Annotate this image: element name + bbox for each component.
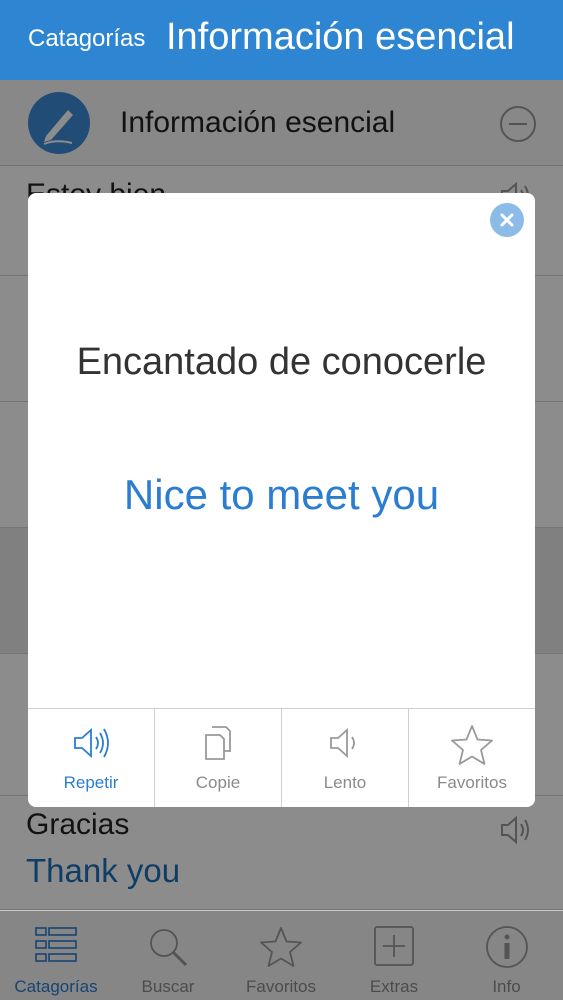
phrase-detail-modal: Encantado de conocerle Nice to meet you … xyxy=(28,193,535,807)
favorite-button[interactable]: Favoritos xyxy=(409,709,535,807)
tab-info[interactable]: Info xyxy=(450,911,563,1000)
info-icon xyxy=(485,926,528,968)
slow-button[interactable]: Lento xyxy=(282,709,409,807)
tab-favorites[interactable]: Favoritos xyxy=(224,911,338,1000)
close-icon xyxy=(500,213,514,227)
modal-actions: Repetir Copie Lento Favoritos xyxy=(28,708,535,807)
star-icon xyxy=(260,927,302,967)
back-button[interactable]: Catagorías xyxy=(28,25,145,53)
close-button[interactable] xyxy=(490,203,524,237)
tab-extras[interactable]: Extras xyxy=(338,911,450,1000)
modal-source-text: Encantado de conocerle xyxy=(76,341,487,383)
speaker-slow-icon xyxy=(330,727,355,759)
tab-search[interactable]: Buscar xyxy=(112,911,224,1000)
plus-icon xyxy=(374,926,414,966)
tab-label: Extras xyxy=(369,977,419,996)
copy-button[interactable]: Copie xyxy=(155,709,282,807)
copy-icon xyxy=(205,726,231,760)
favorite-label: Favoritos xyxy=(437,773,507,792)
tab-label: Favoritos xyxy=(246,977,316,996)
list-icon xyxy=(35,927,77,962)
star-icon xyxy=(451,725,493,765)
speaker-icon xyxy=(74,727,109,759)
slow-label: Lento xyxy=(323,773,367,792)
modal-translation-text: Nice to meet you xyxy=(123,471,440,518)
tab-label: Info xyxy=(492,977,521,996)
tab-label: Catagorías xyxy=(14,977,98,996)
repeat-label: Repetir xyxy=(63,773,119,792)
tab-bar: Catagorías Buscar Favoritos Extras Info xyxy=(0,910,563,1000)
page-title: Información esencial xyxy=(166,16,515,58)
tab-label: Buscar xyxy=(141,977,195,996)
tab-categories[interactable]: Catagorías xyxy=(0,911,112,1000)
copy-label: Copie xyxy=(195,773,241,792)
search-icon xyxy=(150,929,188,967)
repeat-button[interactable]: Repetir xyxy=(28,709,155,807)
navigation-bar: Catagorías Información esencial xyxy=(0,0,563,80)
